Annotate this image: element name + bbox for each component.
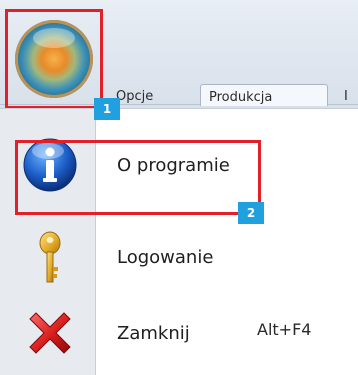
tab-produkcja[interactable]: Produkcja [200, 84, 328, 106]
menu-item-label: Logowanie [117, 247, 214, 268]
menu-item-label: Zamknij [117, 323, 190, 344]
highlight-box-2 [15, 140, 261, 215]
tab-opcje[interactable]: Opcje [108, 84, 194, 106]
key-icon [22, 229, 78, 285]
menu-item-exit[interactable]: Zamknij Alt+F4 [0, 295, 358, 371]
annotation-badge-2: 2 [238, 202, 264, 224]
tab-next[interactable]: I [340, 84, 358, 106]
annotation-badge-1: 1 [94, 98, 120, 120]
application-orb-button[interactable] [5, 9, 103, 109]
menu-item-login[interactable]: Logowanie [0, 219, 358, 295]
highlight-box-1 [5, 9, 103, 109]
close-x-icon [22, 305, 78, 361]
keyboard-shortcut: Alt+F4 [257, 320, 312, 339]
